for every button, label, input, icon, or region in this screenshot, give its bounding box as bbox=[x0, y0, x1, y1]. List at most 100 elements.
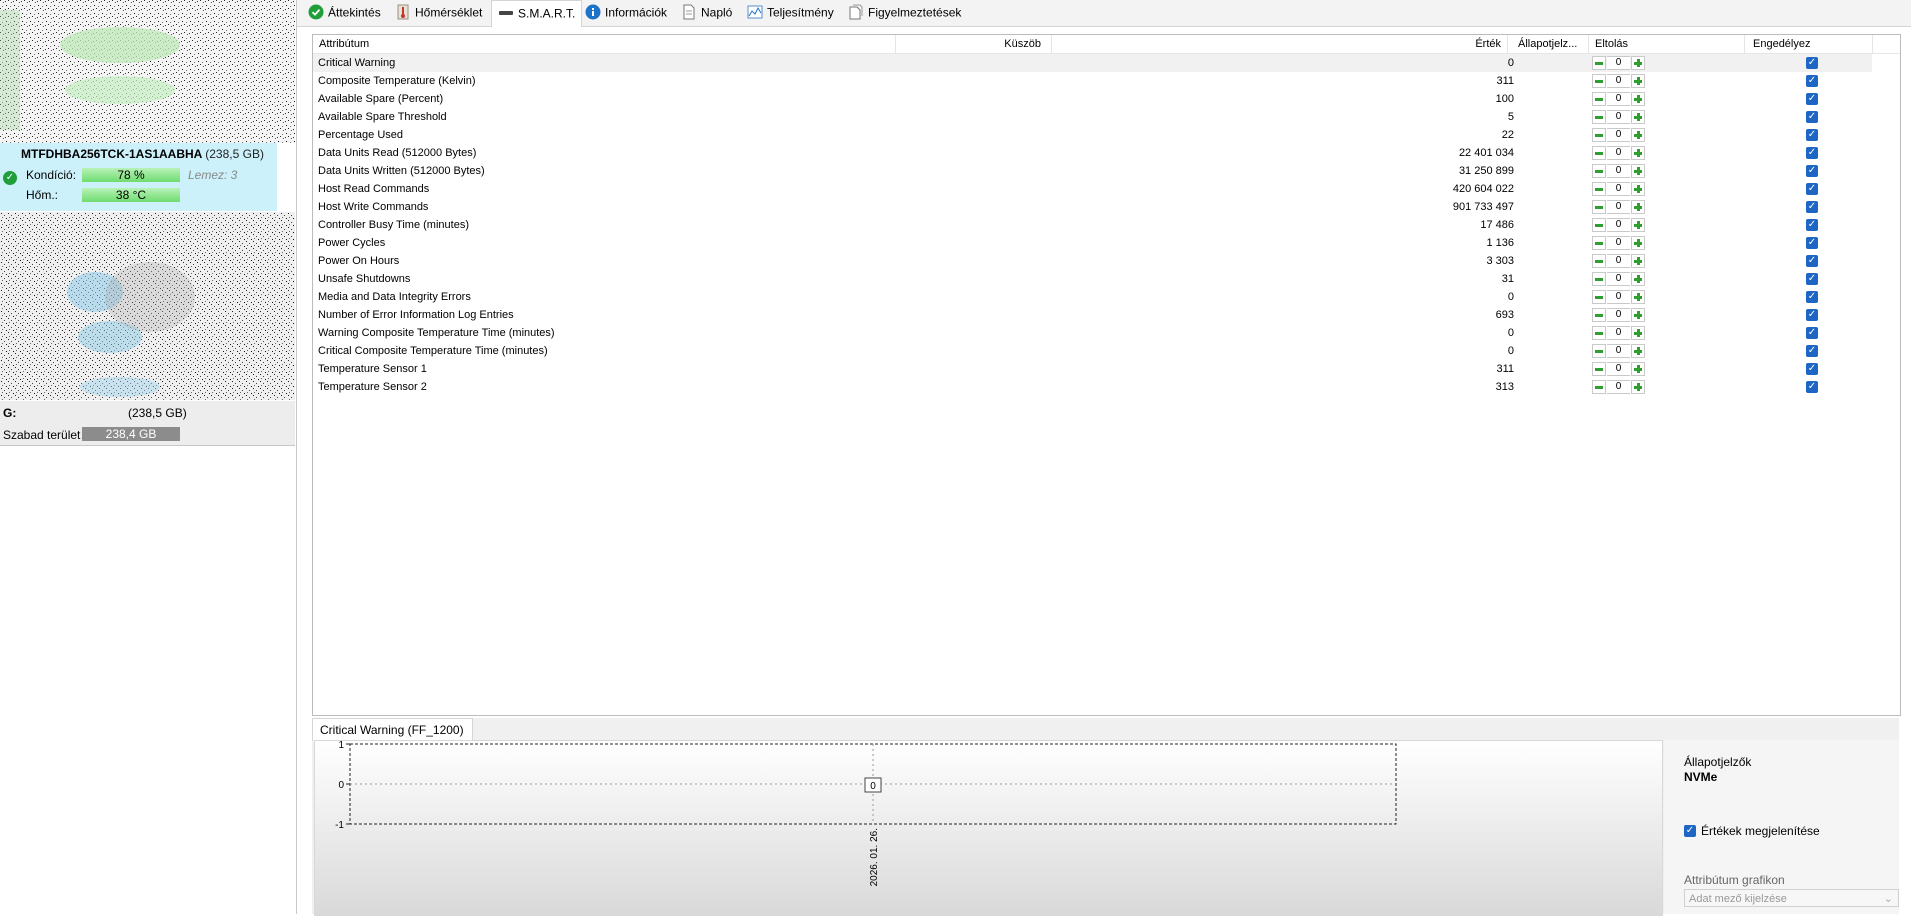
minus-icon[interactable] bbox=[1592, 182, 1606, 196]
offset-value[interactable]: 0 bbox=[1607, 326, 1630, 340]
offset-value[interactable]: 0 bbox=[1607, 146, 1630, 160]
table-row[interactable]: Critical Composite Temperature Time (min… bbox=[313, 342, 1872, 360]
offset-value[interactable]: 0 bbox=[1607, 236, 1630, 250]
minus-icon[interactable] bbox=[1592, 326, 1606, 340]
table-row[interactable]: Temperature Sensor 1 311 0 ✓ bbox=[313, 360, 1872, 378]
table-row[interactable]: Media and Data Integrity Errors 0 0 ✓ bbox=[313, 288, 1872, 306]
plus-icon[interactable] bbox=[1631, 254, 1645, 268]
offset-stepper[interactable]: 0 bbox=[1592, 254, 1647, 268]
enabled-checkbox[interactable]: ✓ bbox=[1806, 345, 1818, 357]
show-values-checkbox[interactable]: ✓ bbox=[1684, 825, 1696, 837]
show-values-label[interactable]: Értékek megjelenítése bbox=[1701, 824, 1820, 838]
table-row[interactable]: Power Cycles 1 136 0 ✓ bbox=[313, 234, 1872, 252]
minus-icon[interactable] bbox=[1592, 290, 1606, 304]
enabled-checkbox[interactable]: ✓ bbox=[1806, 75, 1818, 87]
enabled-checkbox[interactable]: ✓ bbox=[1806, 273, 1818, 285]
table-row[interactable]: Percentage Used 22 0 ✓ bbox=[313, 126, 1872, 144]
table-row[interactable]: Controller Busy Time (minutes) 17 486 0 ✓ bbox=[313, 216, 1872, 234]
plus-icon[interactable] bbox=[1631, 308, 1645, 322]
enabled-checkbox[interactable]: ✓ bbox=[1806, 291, 1818, 303]
tab-overview[interactable]: Áttekintés bbox=[302, 0, 387, 25]
offset-stepper[interactable]: 0 bbox=[1592, 308, 1647, 322]
offset-value[interactable]: 0 bbox=[1607, 164, 1630, 178]
offset-value[interactable]: 0 bbox=[1607, 200, 1630, 214]
table-row[interactable]: Data Units Written (512000 Bytes) 31 250 … bbox=[313, 162, 1872, 180]
minus-icon[interactable] bbox=[1592, 380, 1606, 394]
table-row[interactable]: Critical Warning 0 0 ✓ bbox=[313, 54, 1872, 72]
offset-value[interactable]: 0 bbox=[1607, 92, 1630, 106]
enabled-checkbox[interactable]: ✓ bbox=[1806, 57, 1818, 69]
column-attribute[interactable]: Attribútum bbox=[313, 35, 896, 53]
offset-value[interactable]: 0 bbox=[1607, 254, 1630, 268]
tab-smart[interactable]: S.M.A.R.T. bbox=[491, 0, 583, 27]
table-row[interactable]: Number of Error Information Log Entries 6… bbox=[313, 306, 1872, 324]
offset-value[interactable]: 0 bbox=[1607, 182, 1630, 196]
table-row[interactable]: Host Read Commands 420 604 022 0 ✓ bbox=[313, 180, 1872, 198]
disk-2-image[interactable] bbox=[0, 212, 295, 400]
plus-icon[interactable] bbox=[1631, 182, 1645, 196]
table-row[interactable]: Available Spare (Percent) 100 0 ✓ bbox=[313, 90, 1872, 108]
minus-icon[interactable] bbox=[1592, 74, 1606, 88]
offset-value[interactable]: 0 bbox=[1607, 308, 1630, 322]
plus-icon[interactable] bbox=[1631, 146, 1645, 160]
offset-value[interactable]: 0 bbox=[1607, 74, 1630, 88]
enabled-checkbox[interactable]: ✓ bbox=[1806, 219, 1818, 231]
minus-icon[interactable] bbox=[1592, 236, 1606, 250]
minus-icon[interactable] bbox=[1592, 362, 1606, 376]
offset-stepper[interactable]: 0 bbox=[1592, 326, 1647, 340]
plus-icon[interactable] bbox=[1631, 164, 1645, 178]
plus-icon[interactable] bbox=[1631, 344, 1645, 358]
table-row[interactable]: Data Units Read (512000 Bytes) 22 401 034… bbox=[313, 144, 1872, 162]
minus-icon[interactable] bbox=[1592, 272, 1606, 286]
offset-value[interactable]: 0 bbox=[1607, 272, 1630, 286]
data-field-select[interactable]: Adat mező kijelzése ⌄ bbox=[1684, 889, 1899, 907]
enabled-checkbox[interactable]: ✓ bbox=[1806, 93, 1818, 105]
plus-icon[interactable] bbox=[1631, 110, 1645, 124]
tab-performance[interactable]: Teljesítmény bbox=[741, 0, 840, 25]
table-row[interactable]: Unsafe Shutdowns 31 0 ✓ bbox=[313, 270, 1872, 288]
minus-icon[interactable] bbox=[1592, 254, 1606, 268]
disk-2-info[interactable]: G: (238,5 GB) Szabad terület 238,4 GB bbox=[0, 401, 295, 446]
offset-value[interactable]: 0 bbox=[1607, 344, 1630, 358]
enabled-checkbox[interactable]: ✓ bbox=[1806, 381, 1818, 393]
table-row[interactable]: Temperature Sensor 2 313 0 ✓ bbox=[313, 378, 1872, 396]
disk-1-info[interactable]: MTFDHBA256TCK-1AS1AABHA (238,5 GB) ✓ Kon… bbox=[0, 143, 277, 211]
table-row[interactable]: Warning Composite Temperature Time (minu… bbox=[313, 324, 1872, 342]
minus-icon[interactable] bbox=[1592, 164, 1606, 178]
offset-stepper[interactable]: 0 bbox=[1592, 272, 1647, 286]
offset-stepper[interactable]: 0 bbox=[1592, 164, 1647, 178]
minus-icon[interactable] bbox=[1592, 110, 1606, 124]
offset-value[interactable]: 0 bbox=[1607, 128, 1630, 142]
offset-stepper[interactable]: 0 bbox=[1592, 74, 1647, 88]
plus-icon[interactable] bbox=[1631, 362, 1645, 376]
plus-icon[interactable] bbox=[1631, 56, 1645, 70]
enabled-checkbox[interactable]: ✓ bbox=[1806, 363, 1818, 375]
enabled-checkbox[interactable]: ✓ bbox=[1806, 147, 1818, 159]
minus-icon[interactable] bbox=[1592, 308, 1606, 322]
enabled-checkbox[interactable]: ✓ bbox=[1806, 201, 1818, 213]
offset-stepper[interactable]: 0 bbox=[1592, 218, 1647, 232]
offset-value[interactable]: 0 bbox=[1607, 380, 1630, 394]
plus-icon[interactable] bbox=[1631, 290, 1645, 304]
tab-information[interactable]: Információk bbox=[579, 0, 673, 25]
column-offset[interactable]: Eltolás bbox=[1589, 35, 1745, 53]
enabled-checkbox[interactable]: ✓ bbox=[1806, 165, 1818, 177]
offset-stepper[interactable]: 0 bbox=[1592, 146, 1647, 160]
offset-stepper[interactable]: 0 bbox=[1592, 362, 1647, 376]
offset-stepper[interactable]: 0 bbox=[1592, 92, 1647, 106]
minus-icon[interactable] bbox=[1592, 218, 1606, 232]
tab-warnings[interactable]: Figyelmeztetések bbox=[842, 0, 967, 25]
offset-stepper[interactable]: 0 bbox=[1592, 290, 1647, 304]
enabled-checkbox[interactable]: ✓ bbox=[1806, 327, 1818, 339]
offset-stepper[interactable]: 0 bbox=[1592, 56, 1647, 70]
minus-icon[interactable] bbox=[1592, 200, 1606, 214]
plus-icon[interactable] bbox=[1631, 218, 1645, 232]
enabled-checkbox[interactable]: ✓ bbox=[1806, 111, 1818, 123]
offset-value[interactable]: 0 bbox=[1607, 362, 1630, 376]
column-status[interactable]: Állapotjelz... bbox=[1514, 35, 1589, 53]
tab-temperature[interactable]: Hőmérséklet bbox=[389, 0, 488, 25]
tab-log[interactable]: Napló bbox=[675, 0, 738, 25]
minus-icon[interactable] bbox=[1592, 128, 1606, 142]
enabled-checkbox[interactable]: ✓ bbox=[1806, 255, 1818, 267]
enabled-checkbox[interactable]: ✓ bbox=[1806, 129, 1818, 141]
